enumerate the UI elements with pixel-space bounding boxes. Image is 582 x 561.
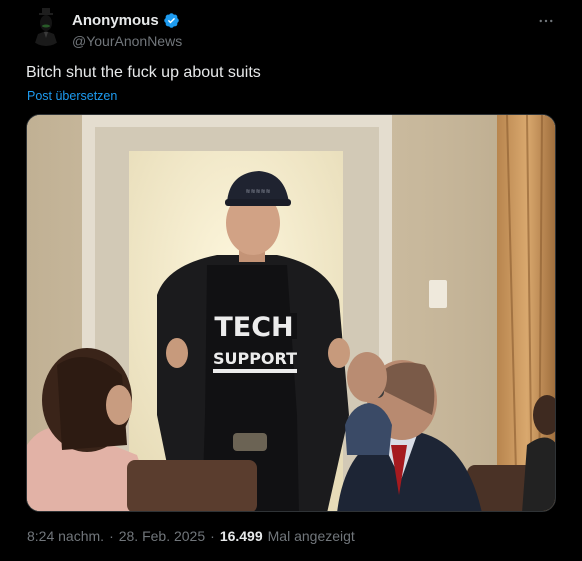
anonymous-mask-avatar-icon <box>26 6 66 46</box>
post-media-image[interactable]: TECH SUPPORT ≋≋≋≋≋ <box>26 114 556 512</box>
post-metadata: 8:24 nachm. · 28. Feb. 2025 · 16.499 Mal… <box>27 528 355 544</box>
tweet-card: Anonymous @YourAnonNews Bitch shut the f… <box>0 0 582 561</box>
more-options-button[interactable] <box>535 10 557 32</box>
post-time[interactable]: 8:24 nachm. <box>27 528 104 544</box>
views-count: 16.499 <box>219 528 263 544</box>
meta-separator: · <box>210 528 215 544</box>
post-date[interactable]: 28. Feb. 2025 <box>119 528 205 544</box>
author-name-row[interactable]: Anonymous <box>72 12 180 29</box>
author-avatar[interactable] <box>26 6 66 46</box>
shirt-print-line1: TECH <box>214 312 293 343</box>
post-text: Bitch shut the fuck up about suits <box>26 64 261 81</box>
author-handle[interactable]: @YourAnonNews <box>72 33 182 49</box>
views-label: Mal angezeigt <box>267 528 355 544</box>
shirt-print-line2: SUPPORT <box>213 349 297 368</box>
ellipsis-icon <box>539 19 553 23</box>
meta-separator: · <box>109 528 114 544</box>
verified-badge-icon <box>163 12 180 29</box>
photo-scene: TECH SUPPORT ≋≋≋≋≋ <box>27 115 555 511</box>
author-display-name[interactable]: Anonymous <box>72 12 159 29</box>
svg-text:≋≋≋≋≋: ≋≋≋≋≋ <box>245 188 270 195</box>
translate-post-link[interactable]: Post übersetzen <box>27 89 117 103</box>
